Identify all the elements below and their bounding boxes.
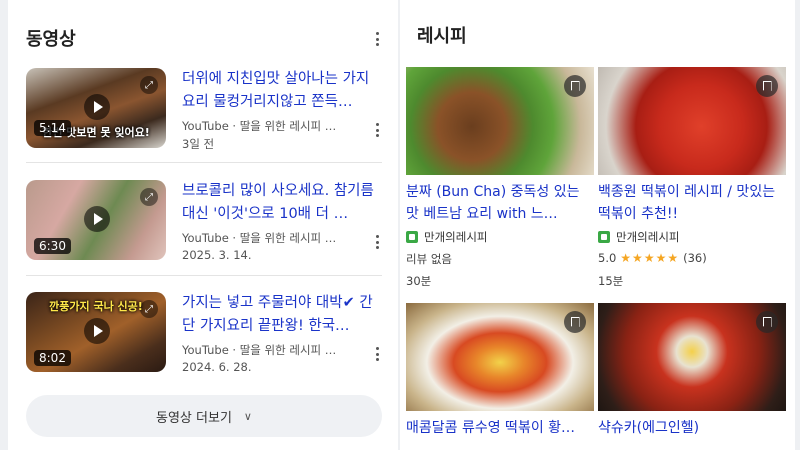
video-title[interactable]: 더위에 지친입맛 살아나는 가지요리 물컹거리지않고 쫀득… [182, 68, 382, 114]
recipe-time: 15분 [598, 274, 624, 288]
videos-card: 동영상 ⤢ 한번 맛보면 못 잊어요! 5:14 더위에 지친입맛 살아나는 가… [8, 0, 398, 450]
videos-section-title: 동영상 [26, 29, 76, 50]
recipe-image[interactable] [598, 67, 786, 175]
rating-count: (36) [683, 251, 707, 265]
recipe-source: 만개의레시피 [406, 229, 487, 245]
video-duration: 8:02 [34, 350, 71, 366]
source-logo-icon [598, 231, 610, 243]
video-duration: 6:30 [34, 238, 71, 254]
source-logo-icon [406, 231, 418, 243]
video-date: 2024. 6. 28. [182, 360, 252, 374]
video-thumbnail[interactable]: ⤢ 6:30 [26, 180, 166, 260]
recipe-name[interactable]: 분짜 (Bun Cha) 중독성 있는 맛 베트남 요리 with 느… [406, 181, 594, 225]
video-date: 3일 전 [182, 137, 215, 151]
video-source: YouTube · 딸을 위한 레시피 … [182, 119, 337, 133]
recipe-name[interactable]: 샥슈카(에그인헬) [598, 417, 786, 437]
video-source: YouTube · 딸을 위한 레시피 … [182, 343, 337, 357]
recipe-rating: 5.0 ★★★★★ (36) [598, 251, 707, 265]
video-thumbnail[interactable]: ⤢ 한번 맛보면 못 잊어요! 5:14 [26, 68, 166, 148]
thumbnail-caption: 깐풍가지 국나 신공! [49, 300, 143, 313]
recipe-image[interactable] [406, 303, 594, 411]
divider [26, 275, 382, 276]
video-title[interactable]: 가지는 넣고 주물러야 대박✔ 간단 가지요리 끝판왕! 한국… [182, 292, 382, 338]
recipe-time: 30분 [406, 274, 432, 288]
videos-section-menu-icon[interactable] [370, 30, 384, 48]
play-icon[interactable] [84, 318, 110, 344]
video-menu-icon[interactable] [370, 345, 384, 363]
bookmark-icon[interactable] [756, 75, 778, 97]
video-duration: 5:14 [34, 120, 71, 136]
video-item[interactable]: ⤢ 6:30 브로콜리 많이 사오세요. 참기름 대신 '이것'으로 10배 더… [26, 180, 382, 280]
video-item[interactable]: ⤢ 한번 맛보면 못 잊어요! 5:14 더위에 지친입맛 살아나는 가지요리 … [26, 68, 382, 168]
recipe-item[interactable]: 샥슈카(에그인헬) [598, 303, 786, 443]
more-videos-button[interactable]: 동영상 더보기 ∨ [26, 395, 382, 437]
divider [26, 162, 382, 163]
recipe-name[interactable]: 매콤달콤 류수영 떡볶이 황… [406, 417, 594, 437]
video-title[interactable]: 브로콜리 많이 사오세요. 참기름 대신 '이것'으로 10배 더 … [182, 180, 382, 226]
video-menu-icon[interactable] [370, 233, 384, 251]
recipe-item[interactable]: 백종원 떡볶이 레시피 / 맛있는 떡볶이 추천!! 만개의레시피 5.0 ★★… [598, 67, 786, 288]
recipe-image[interactable] [406, 67, 594, 175]
expand-icon[interactable]: ⤢ [140, 188, 158, 206]
chevron-down-icon: ∨ [243, 409, 252, 423]
video-source: YouTube · 딸을 위한 레시피 … [182, 231, 337, 245]
bookmark-icon[interactable] [564, 75, 586, 97]
play-icon[interactable] [84, 206, 110, 232]
bookmark-icon[interactable] [756, 311, 778, 333]
bookmark-icon[interactable] [564, 311, 586, 333]
recipe-review: 리뷰 없음 [406, 252, 452, 266]
star-rating-icon: ★★★★★ [620, 251, 680, 265]
play-icon[interactable] [84, 94, 110, 120]
recipe-source-name: 만개의레시피 [616, 230, 680, 244]
expand-icon[interactable]: ⤢ [140, 76, 158, 94]
more-videos-label: 동영상 더보기 [156, 410, 232, 426]
rating-value: 5.0 [598, 251, 617, 265]
video-date: 2025. 3. 14. [182, 248, 252, 262]
recipe-image[interactable] [598, 303, 786, 411]
video-item[interactable]: ⤢ 깐풍가지 국나 신공! 8:02 가지는 넣고 주물러야 대박✔ 간단 가지… [26, 292, 382, 392]
recipe-item[interactable]: 분짜 (Bun Cha) 중독성 있는 맛 베트남 요리 with 느… 만개의… [406, 67, 594, 288]
recipe-name[interactable]: 백종원 떡볶이 레시피 / 맛있는 떡볶이 추천!! [598, 181, 786, 225]
recipe-source: 만개의레시피 [598, 229, 679, 245]
recipes-section-title: 레시피 [417, 26, 467, 47]
recipe-item[interactable]: 매콤달콤 류수영 떡볶이 황… [406, 303, 594, 443]
recipe-source-name: 만개의레시피 [424, 230, 488, 244]
video-menu-icon[interactable] [370, 121, 384, 139]
video-thumbnail[interactable]: ⤢ 깐풍가지 국나 신공! 8:02 [26, 292, 166, 372]
recipes-card: 레시피 분짜 (Bun Cha) 중독성 있는 맛 베트남 요리 with 느…… [400, 0, 795, 450]
